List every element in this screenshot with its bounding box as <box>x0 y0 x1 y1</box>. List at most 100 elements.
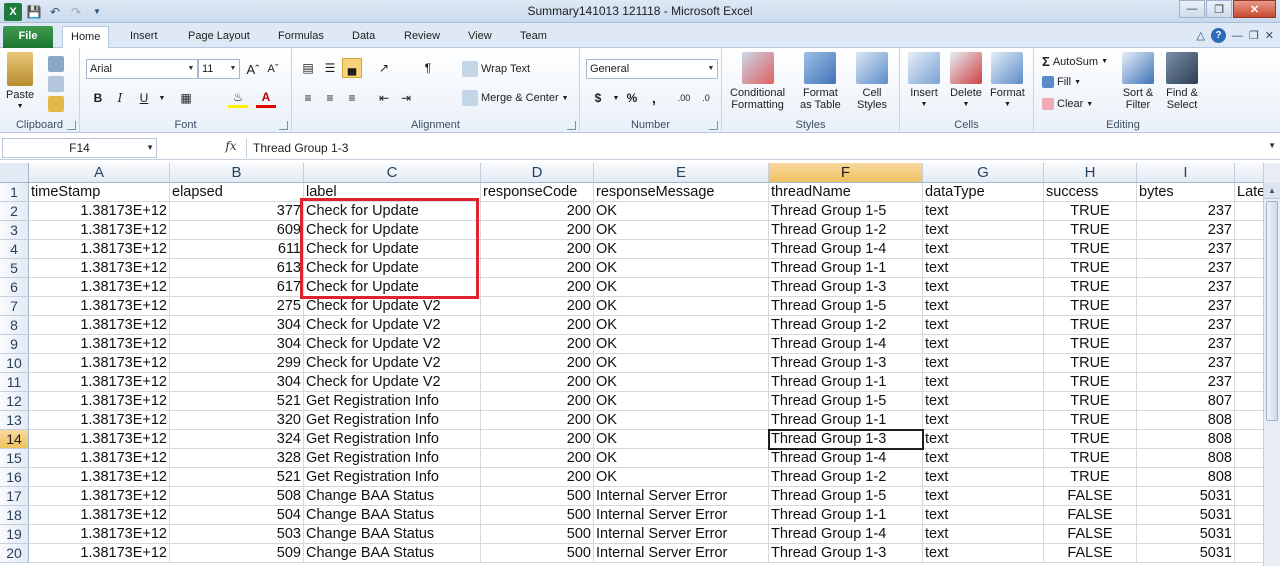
row-header[interactable]: 8 <box>0 316 29 335</box>
font-size-combo[interactable]: 11 ▼ <box>198 59 240 79</box>
grid-cell[interactable]: OK <box>594 354 769 373</box>
scroll-thumb[interactable] <box>1266 201 1278 421</box>
insert-function-icon[interactable]: fx <box>220 139 242 157</box>
grid-cell[interactable]: 1.38173E+12 <box>29 392 170 411</box>
grid-cell[interactable]: 1.38173E+12 <box>29 221 170 240</box>
grid-cell[interactable]: text <box>923 449 1044 468</box>
grid-cell[interactable]: Check for Update <box>304 278 481 297</box>
grid-cell[interactable]: OK <box>594 259 769 278</box>
grid-cell[interactable]: Check for Update V2 <box>304 316 481 335</box>
row-header[interactable]: 17 <box>0 487 29 506</box>
grid-cell[interactable]: 237 <box>1137 202 1235 221</box>
grid-cell[interactable]: TRUE <box>1044 468 1137 487</box>
grid-cell[interactable]: TRUE <box>1044 335 1137 354</box>
grid-cell[interactable]: Change BAA Status <box>304 525 481 544</box>
tab-team[interactable]: Team <box>512 26 555 48</box>
grid-cell[interactable]: 200 <box>481 316 594 335</box>
grid-cell[interactable]: TRUE <box>1044 316 1137 335</box>
row-header[interactable]: 12 <box>0 392 29 411</box>
grid-cell[interactable]: 509 <box>170 544 304 563</box>
grid-cell[interactable]: 1.38173E+12 <box>29 525 170 544</box>
grid-cell[interactable]: Thread Group 1-2 <box>769 468 923 487</box>
grid-cell[interactable]: 200 <box>481 411 594 430</box>
tab-data[interactable]: Data <box>344 26 383 48</box>
grid-cell[interactable]: text <box>923 525 1044 544</box>
column-header-i[interactable]: I <box>1137 163 1235 183</box>
grid-cell[interactable]: OK <box>594 373 769 392</box>
autosum-button[interactable]: Σ AutoSum ▼ <box>1042 54 1108 69</box>
grid-cell[interactable]: text <box>923 411 1044 430</box>
grid-cell[interactable]: OK <box>594 240 769 259</box>
grid-cell[interactable]: OK <box>594 278 769 297</box>
row-header[interactable]: 15 <box>0 449 29 468</box>
formula-input[interactable]: Thread Group 1-3 <box>246 138 1258 158</box>
grid-cell[interactable]: 328 <box>170 449 304 468</box>
grid-cell[interactable]: Thread Group 1-4 <box>769 335 923 354</box>
decrease-indent-icon[interactable]: ⇤ <box>374 88 394 108</box>
grid-cell[interactable]: text <box>923 506 1044 525</box>
grid-cell[interactable]: 503 <box>170 525 304 544</box>
grid-cell[interactable]: Get Registration Info <box>304 392 481 411</box>
grid-cell[interactable]: 500 <box>481 487 594 506</box>
grid-cell[interactable]: text <box>923 392 1044 411</box>
grid-cell[interactable]: 808 <box>1137 468 1235 487</box>
grid-cell[interactable]: 299 <box>170 354 304 373</box>
cut-icon[interactable] <box>48 56 64 72</box>
grid-cell[interactable]: Internal Server Error <box>594 525 769 544</box>
column-header-d[interactable]: D <box>481 163 594 183</box>
grid-cell[interactable]: 5031 <box>1137 525 1235 544</box>
fill-button[interactable]: Fill ▼ <box>1042 76 1081 88</box>
fill-color-icon[interactable]: ♨ <box>228 88 248 108</box>
header-cell[interactable]: bytes <box>1137 183 1235 202</box>
underline-button[interactable]: U <box>134 88 154 108</box>
grid-cell[interactable]: 521 <box>170 468 304 487</box>
cell-styles-button[interactable]: Cell Styles <box>856 52 888 111</box>
header-cell[interactable]: dataType <box>923 183 1044 202</box>
grid-cell[interactable]: 1.38173E+12 <box>29 449 170 468</box>
grid-cell[interactable]: 200 <box>481 240 594 259</box>
row-header[interactable]: 5 <box>0 259 29 278</box>
grid-cell[interactable]: 320 <box>170 411 304 430</box>
tab-insert[interactable]: Insert <box>122 26 166 48</box>
grid-cell[interactable]: 304 <box>170 316 304 335</box>
grid-cell[interactable]: TRUE <box>1044 202 1137 221</box>
grid-cell[interactable]: Get Registration Info <box>304 430 481 449</box>
grid-cell[interactable]: OK <box>594 392 769 411</box>
grid-cell[interactable]: 1.38173E+12 <box>29 259 170 278</box>
header-cell[interactable]: responseCode <box>481 183 594 202</box>
grid-cell[interactable]: 808 <box>1137 449 1235 468</box>
row-header[interactable]: 3 <box>0 221 29 240</box>
alignment-launcher-icon[interactable] <box>567 121 576 130</box>
grid-cell[interactable]: 1.38173E+12 <box>29 430 170 449</box>
header-cell[interactable]: responseMessage <box>594 183 769 202</box>
minimize-icon[interactable]: — <box>1179 0 1205 18</box>
merge-center-button[interactable]: Merge & Center ▼ <box>462 90 569 106</box>
insert-cells-button[interactable]: Insert ▼ <box>908 52 940 111</box>
name-box[interactable]: F14 ▼ <box>2 138 157 158</box>
row-header[interactable]: 9 <box>0 335 29 354</box>
grid-cell[interactable]: 508 <box>170 487 304 506</box>
header-cell[interactable]: threadName <box>769 183 923 202</box>
row-header[interactable]: 7 <box>0 297 29 316</box>
grid-cell[interactable]: 500 <box>481 544 594 563</box>
grid-cell[interactable]: Internal Server Error <box>594 487 769 506</box>
grid-cell[interactable]: TRUE <box>1044 392 1137 411</box>
align-middle-icon[interactable]: ☰ <box>320 58 340 78</box>
grid-cell[interactable]: Thread Group 1-2 <box>769 221 923 240</box>
grid-cell[interactable]: OK <box>594 297 769 316</box>
tab-file[interactable]: File <box>3 26 53 48</box>
row-header[interactable]: 4 <box>0 240 29 259</box>
tab-page-layout[interactable]: Page Layout <box>180 26 258 48</box>
grid-cell[interactable]: 237 <box>1137 335 1235 354</box>
workbook-minimize-icon[interactable]: — <box>1232 30 1243 42</box>
grid-cell[interactable]: 237 <box>1137 221 1235 240</box>
grid-cell[interactable]: TRUE <box>1044 240 1137 259</box>
grid-cell[interactable]: Get Registration Info <box>304 411 481 430</box>
grid-cell[interactable]: Thread Group 1-1 <box>769 506 923 525</box>
grid-cell[interactable]: 5031 <box>1137 544 1235 563</box>
grid-cell[interactable]: Internal Server Error <box>594 506 769 525</box>
tab-home[interactable]: Home <box>62 26 110 48</box>
header-cell[interactable]: timeStamp <box>29 183 170 202</box>
grid-cell[interactable]: Thread Group 1-1 <box>769 259 923 278</box>
sort-filter-button[interactable]: Sort & Filter <box>1122 52 1154 111</box>
